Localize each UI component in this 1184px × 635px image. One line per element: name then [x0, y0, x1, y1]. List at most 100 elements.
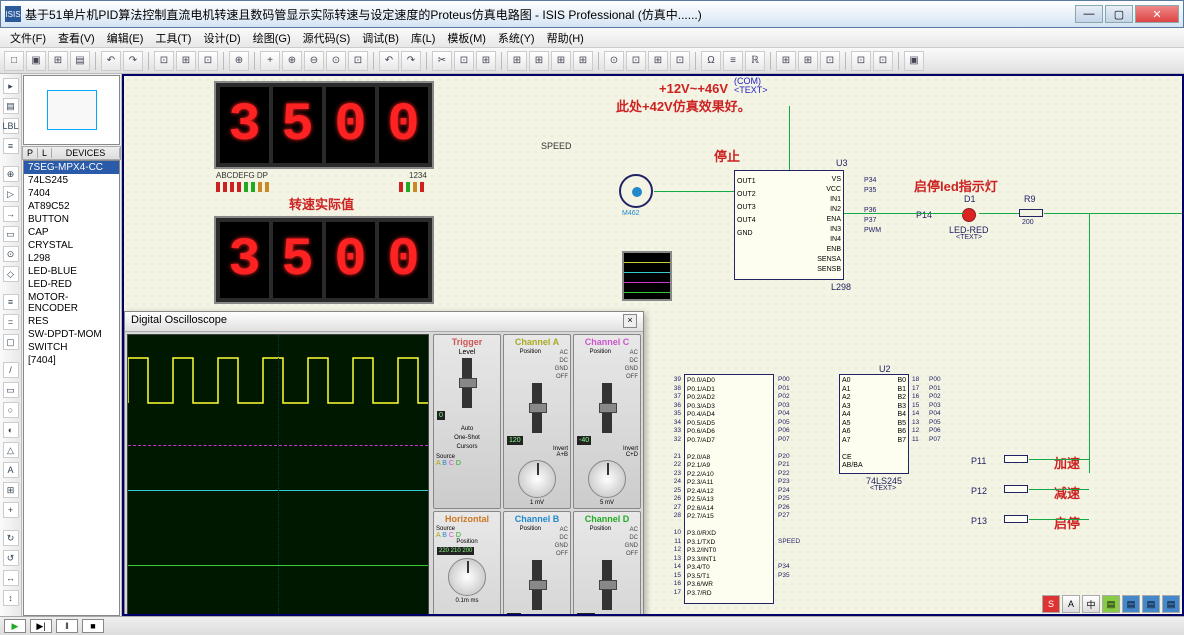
ch-a-pos-slider[interactable]: [532, 383, 542, 433]
toolbar-btn[interactable]: ⊡: [851, 51, 871, 71]
ch-d-pos-slider[interactable]: [602, 560, 612, 610]
overview-panel[interactable]: [23, 75, 120, 145]
horiz-knob[interactable]: [448, 558, 486, 596]
sidebar-tool[interactable]: ▭: [3, 226, 19, 242]
device-item[interactable]: RES: [24, 315, 119, 328]
button-decel[interactable]: [1004, 484, 1028, 496]
menu-模板(M)[interactable]: 模板(M): [441, 30, 492, 46]
ch-c-knob[interactable]: [588, 460, 626, 498]
sidebar-tool[interactable]: ≡: [3, 138, 19, 154]
sidebar-tool[interactable]: A: [3, 462, 19, 478]
menu-系统(Y)[interactable]: 系统(Y): [492, 30, 541, 46]
ab-label[interactable]: A+B: [506, 452, 568, 458]
ime-s-button[interactable]: S: [1042, 595, 1060, 613]
cd-label[interactable]: C+D: [576, 452, 638, 458]
toolbar-btn[interactable]: ≡: [723, 51, 743, 71]
sidebar-tool[interactable]: ↺: [3, 550, 19, 566]
device-item[interactable]: 7404: [24, 187, 119, 200]
sidebar-tool[interactable]: /: [3, 362, 19, 378]
cursors-label[interactable]: Cursors: [436, 443, 498, 452]
trigger-level-slider[interactable]: [462, 358, 472, 408]
toolbar-btn[interactable]: ⊕: [229, 51, 249, 71]
menu-工具(T)[interactable]: 工具(T): [149, 30, 197, 46]
scope-titlebar[interactable]: Digital Oscilloscope ×: [125, 312, 643, 332]
toolbar-btn[interactable]: ⊡: [670, 51, 690, 71]
sidebar-tool[interactable]: ⊞: [3, 482, 19, 498]
menu-设计(D)[interactable]: 设计(D): [197, 30, 246, 46]
device-item[interactable]: [7404]: [24, 354, 119, 367]
device-item[interactable]: LED-BLUE: [24, 265, 119, 278]
sidebar-tool[interactable]: →: [3, 206, 19, 222]
menu-帮助(H)[interactable]: 帮助(H): [541, 30, 590, 46]
toolbar-btn[interactable]: ⊞: [476, 51, 496, 71]
device-list[interactable]: 7SEG-MPX4-CC74LS2457404AT89C52BUTTONCAPC…: [23, 160, 120, 616]
toolbar-btn[interactable]: ⊡: [873, 51, 893, 71]
toolbar-btn[interactable]: ⊞: [48, 51, 68, 71]
toolbar-btn[interactable]: +: [260, 51, 280, 71]
ctrl-horizontal[interactable]: Horizontal Source A B C D Position 220 2…: [433, 511, 501, 616]
toolbar-btn[interactable]: ↷: [123, 51, 143, 71]
device-item[interactable]: LED-RED: [24, 278, 119, 291]
scope-close-button[interactable]: ×: [623, 314, 637, 328]
toolbar-btn[interactable]: ↶: [101, 51, 121, 71]
ch-a-knob[interactable]: [518, 460, 556, 498]
sidebar-tool[interactable]: ▢: [3, 334, 19, 350]
close-button[interactable]: ✕: [1135, 5, 1179, 23]
button-accel[interactable]: [1004, 454, 1028, 466]
sidebar-tool[interactable]: △: [3, 442, 19, 458]
sidebar-tool[interactable]: ≡: [3, 294, 19, 310]
device-item[interactable]: 7SEG-MPX4-CC: [24, 161, 119, 174]
toolbar-btn[interactable]: ⊡: [154, 51, 174, 71]
menu-源代码(S)[interactable]: 源代码(S): [297, 30, 357, 46]
toolbar-btn[interactable]: ⊡: [820, 51, 840, 71]
toolbar-btn[interactable]: ▣: [904, 51, 924, 71]
ctrl-channel-c[interactable]: Channel C PositionACDCGNDOFF -40 Invert …: [573, 334, 641, 509]
menu-查看(V)[interactable]: 查看(V): [52, 30, 101, 46]
sidebar-tool[interactable]: ▷: [3, 186, 19, 202]
toolbar-btn[interactable]: ✂: [432, 51, 452, 71]
motor-icon[interactable]: [619, 174, 653, 208]
toolbar-btn[interactable]: ⊞: [507, 51, 527, 71]
menu-绘图(G)[interactable]: 绘图(G): [247, 30, 297, 46]
toolbar-btn[interactable]: ▤: [70, 51, 90, 71]
sidebar-tool[interactable]: ▭: [3, 382, 19, 398]
sidebar-tool[interactable]: ⊕: [3, 166, 19, 182]
toolbar-btn[interactable]: ⊞: [776, 51, 796, 71]
toolbar-btn[interactable]: ⊞: [798, 51, 818, 71]
sidebar-tool[interactable]: ↕: [3, 590, 19, 606]
ctrl-channel-b[interactable]: Channel B PositionACDCGNDOFF -40 Invert …: [503, 511, 571, 616]
toolbar-btn[interactable]: ⊖: [304, 51, 324, 71]
chip-u3[interactable]: OUT1OUT2OUT3OUT4GND VSVCCIN1IN2ENAIN3IN4…: [734, 170, 844, 280]
toolbar-btn[interactable]: ▣: [26, 51, 46, 71]
sidebar-tool[interactable]: LBL: [3, 118, 19, 134]
ime-zh-button[interactable]: 中: [1082, 595, 1100, 613]
sidebar-tool[interactable]: +: [3, 502, 19, 518]
ctrl-trigger[interactable]: Trigger Level 0 Auto One-Shot Cursors So…: [433, 334, 501, 509]
ch-b-pos-slider[interactable]: [532, 560, 542, 610]
toolbar-btn[interactable]: ⊞: [176, 51, 196, 71]
sidebar-tool[interactable]: ↔: [3, 570, 19, 586]
sidebar-tool[interactable]: ↻: [3, 530, 19, 546]
toolbar-btn[interactable]: ℝ: [745, 51, 765, 71]
sidebar-tool[interactable]: ○: [3, 402, 19, 418]
device-item[interactable]: BUTTON: [24, 213, 119, 226]
play-button[interactable]: ▶: [4, 619, 26, 633]
toolbar-btn[interactable]: ⊕: [282, 51, 302, 71]
device-item[interactable]: MOTOR-ENCODER: [24, 291, 119, 315]
device-item[interactable]: L298: [24, 252, 119, 265]
schematic-canvas[interactable]: 3 5 0 0 ABCDEFG DP 1234 转速实际值 3 5 0 0 +1…: [122, 74, 1184, 616]
toolbar-btn[interactable]: ⊞: [573, 51, 593, 71]
toolbar-btn[interactable]: ⊞: [529, 51, 549, 71]
ctrl-channel-d[interactable]: Channel D PositionACDCGNDOFF -110 Invert…: [573, 511, 641, 616]
step-button[interactable]: ▶|: [30, 619, 52, 633]
menu-调试(B)[interactable]: 调试(B): [356, 30, 405, 46]
ime-6-button[interactable]: ▤: [1162, 595, 1180, 613]
sidebar-tool[interactable]: ◇: [3, 266, 19, 282]
device-item[interactable]: SWITCH: [24, 341, 119, 354]
device-item[interactable]: SW-DPDT-MOM: [24, 328, 119, 341]
toolbar-btn[interactable]: ↶: [379, 51, 399, 71]
minimize-button[interactable]: —: [1075, 5, 1103, 23]
device-item[interactable]: AT89C52: [24, 200, 119, 213]
menu-库(L)[interactable]: 库(L): [405, 30, 441, 46]
device-item[interactable]: CRYSTAL: [24, 239, 119, 252]
